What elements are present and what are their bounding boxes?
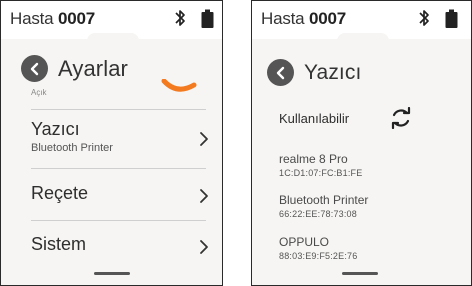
menu-item-sublabel: Bluetooth Printer [31, 142, 113, 154]
menu-item-prescription[interactable]: Reçete [31, 178, 211, 218]
menu-item-printer[interactable]: Yazıcı Bluetooth Printer [31, 119, 211, 159]
menu-item-label: Sistem [31, 234, 87, 254]
patient-label: Hasta 0007 [10, 9, 95, 29]
device-item[interactable]: Bluetooth Printer 66:22:EE:78:73:08 [279, 193, 449, 219]
menu-divider [31, 109, 206, 110]
chevron-right-icon [200, 132, 208, 146]
page-title: Ayarlar [58, 55, 128, 81]
patient-number: 0007 [308, 9, 346, 28]
menu-item-label: Reçete [31, 183, 89, 203]
settings-content: Ayarlar Açık Yazıcı Bluetooth Printer Re… [1, 39, 222, 285]
menu-divider [31, 220, 206, 221]
home-indicator[interactable] [342, 272, 378, 275]
back-button[interactable] [21, 55, 48, 82]
partial-item-label: Açık [31, 88, 47, 97]
page-header: Ayarlar [21, 55, 128, 82]
bluetooth-icon [173, 8, 187, 33]
battery-icon [201, 9, 214, 34]
refresh-icon[interactable] [389, 107, 413, 129]
page-title: Yazıcı [304, 60, 362, 84]
device-name: OPPULO [279, 235, 330, 249]
device-name: realme 8 Pro [279, 152, 348, 166]
chevron-right-icon [200, 189, 208, 203]
battery-icon [445, 9, 458, 34]
back-arrow-icon [30, 62, 38, 75]
home-indicator[interactable] [94, 272, 130, 275]
menu-item-system[interactable]: Sistem [31, 231, 211, 271]
device-name: Bluetooth Printer [279, 193, 369, 207]
device-mac: 1C:D1:07:FC:B1:FE [279, 168, 363, 178]
device-mac: 66:22:EE:78:73:08 [279, 209, 357, 219]
patient-label-text: Hasta [10, 9, 54, 28]
printer-screen: Hasta 0007 Yazıcı Kullanılabilir realme … [251, 0, 472, 286]
available-devices-label: Kullanılabilir [279, 111, 350, 126]
chevron-right-icon [200, 240, 208, 254]
device-item[interactable]: realme 8 Pro 1C:D1:07:FC:B1:FE [279, 152, 449, 178]
printer-content: Yazıcı Kullanılabilir realme 8 Pro 1C:D1… [252, 39, 471, 285]
menu-item-label: Yazıcı [31, 119, 80, 139]
bluetooth-icon [417, 8, 431, 33]
toggle-switch[interactable] [161, 79, 197, 95]
page-header: Yazıcı [267, 59, 361, 86]
patient-number: 0007 [57, 9, 95, 28]
device-mac: 88:03:E9:F5:2E:76 [279, 251, 358, 261]
back-arrow-icon [276, 66, 284, 79]
menu-divider [31, 168, 206, 169]
back-button[interactable] [267, 59, 294, 86]
device-item[interactable]: OPPULO 88:03:E9:F5:2E:76 [279, 235, 449, 261]
settings-screen: Hasta 0007 Ayarlar Açık Yazıcı Bluetooth… [0, 0, 223, 286]
patient-label-text: Hasta [261, 9, 305, 28]
patient-label: Hasta 0007 [261, 9, 346, 29]
